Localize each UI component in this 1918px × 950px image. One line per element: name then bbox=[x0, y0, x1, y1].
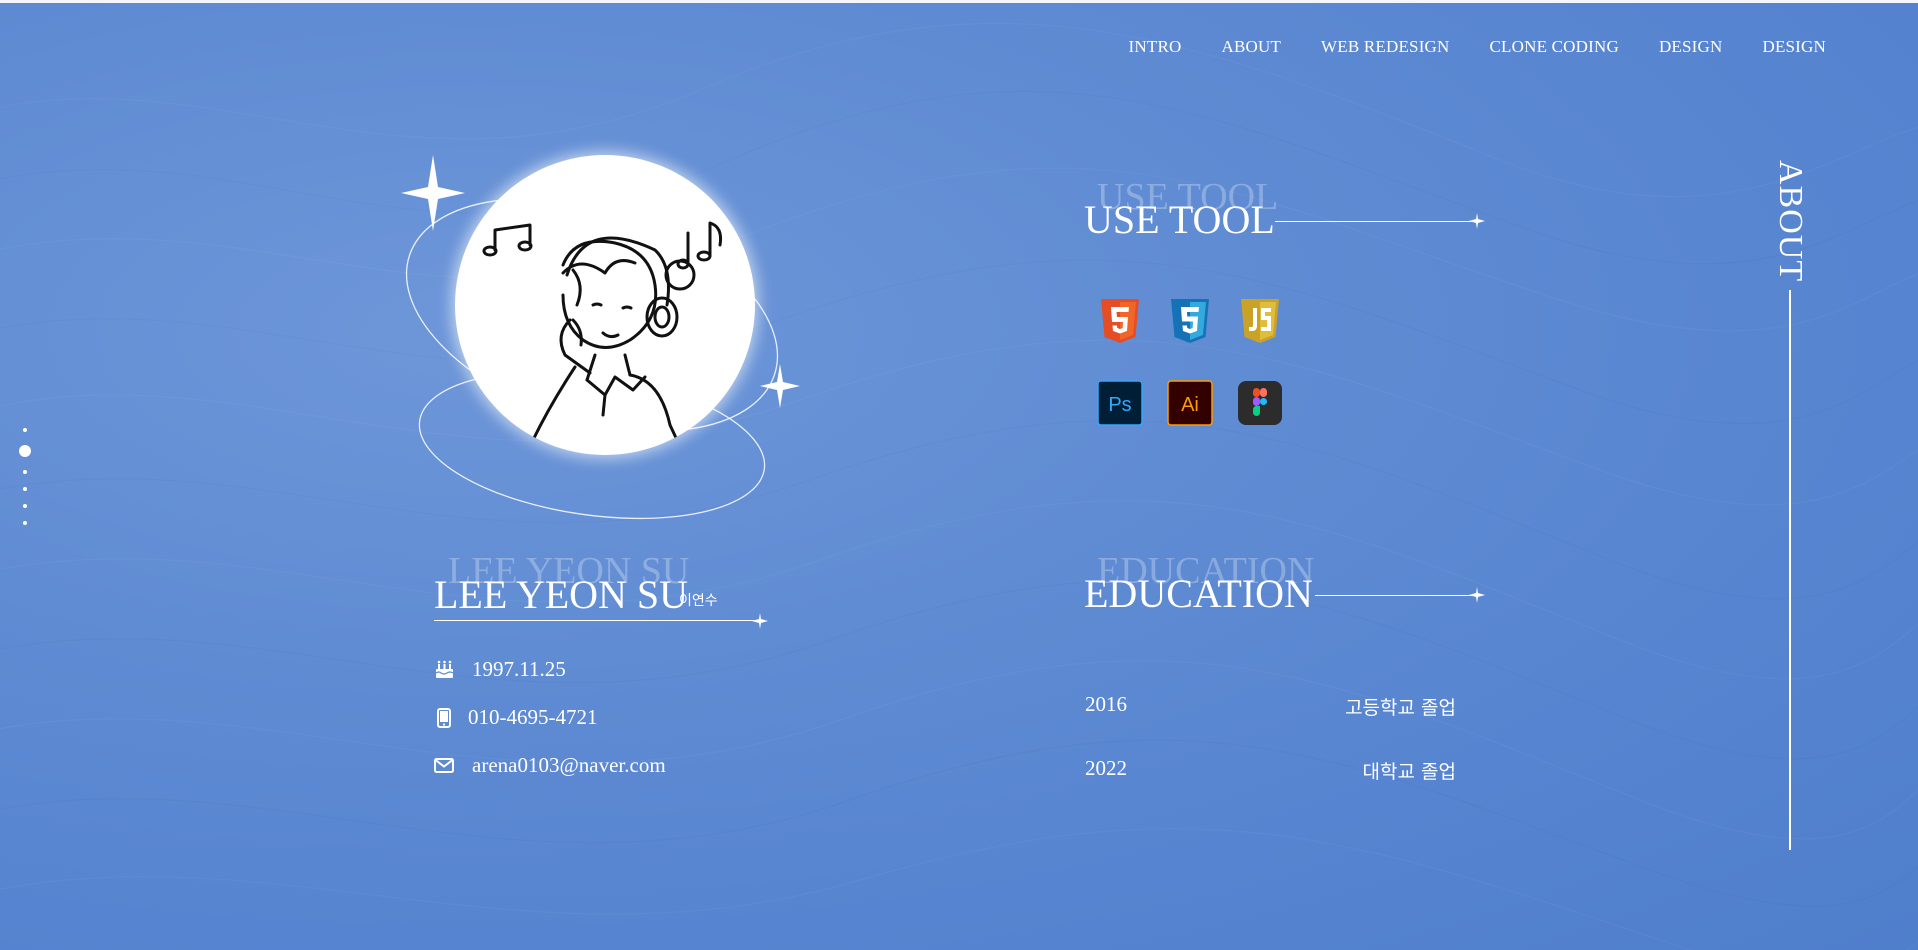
email-row: arena0103@naver.com bbox=[434, 753, 666, 778]
svg-text:Ai: Ai bbox=[1181, 394, 1199, 416]
sparkle-icon bbox=[760, 364, 800, 408]
section-side-label: ABOUT bbox=[1772, 160, 1809, 283]
photoshop-icon: Ps bbox=[1097, 380, 1143, 426]
svg-text:Ps: Ps bbox=[1108, 394, 1131, 416]
education-description: 고등학교 졸업 bbox=[1345, 697, 1456, 719]
nav-item-design[interactable]: DESIGN bbox=[1659, 37, 1723, 57]
education-heading: EDUCATION bbox=[1084, 571, 1313, 616]
page-indicator bbox=[19, 428, 31, 525]
nav-item-design-2[interactable]: DESIGN bbox=[1762, 37, 1826, 57]
page-dot[interactable] bbox=[23, 487, 27, 491]
page-dot[interactable] bbox=[23, 470, 27, 474]
education-heading-line bbox=[1315, 595, 1473, 596]
mobile-phone-icon bbox=[434, 707, 454, 728]
asterisk-star-icon bbox=[1469, 213, 1485, 229]
tools-heading: USE TOOL bbox=[1084, 197, 1275, 242]
birthday-text: 1997.11.25 bbox=[472, 657, 566, 681]
birthday-cake-icon bbox=[434, 660, 454, 680]
javascript-icon bbox=[1241, 299, 1279, 343]
page-dot[interactable] bbox=[23, 504, 27, 508]
sparkle-icon bbox=[401, 155, 465, 231]
page-dot[interactable] bbox=[23, 428, 27, 432]
phone-text: 010-4695-4721 bbox=[468, 705, 598, 729]
top-border bbox=[0, 0, 1918, 3]
avatar-illustration bbox=[482, 221, 722, 442]
figma-icon bbox=[1238, 381, 1282, 425]
css3-icon bbox=[1171, 299, 1209, 343]
email-text[interactable]: arena0103@naver.com bbox=[472, 753, 666, 778]
nav-item-web-redesign[interactable]: WEB REDESIGN bbox=[1321, 37, 1449, 57]
side-divider bbox=[1789, 290, 1791, 850]
education-description: 대학교 졸업 bbox=[1362, 761, 1456, 783]
profile-name-korean: 이연수 bbox=[679, 593, 718, 609]
asterisk-star-icon bbox=[752, 613, 768, 629]
birthday-row: 1997.11.25 bbox=[434, 657, 566, 682]
name-underline bbox=[434, 620, 758, 621]
illustrator-icon: Ai bbox=[1167, 380, 1213, 426]
profile-avatar bbox=[455, 155, 755, 455]
main-nav: INTRO ABOUT WEB REDESIGN CLONE CODING DE… bbox=[1129, 37, 1826, 57]
background-texture bbox=[0, 0, 1918, 950]
phone-row: 010-4695-4721 bbox=[434, 705, 598, 730]
page-dot[interactable] bbox=[23, 521, 27, 525]
profile-name: LEE YEON SU bbox=[434, 572, 689, 617]
tools-heading-line bbox=[1275, 221, 1473, 222]
envelope-icon bbox=[434, 756, 454, 776]
education-year: 2022 bbox=[1085, 756, 1127, 780]
nav-item-intro[interactable]: INTRO bbox=[1129, 37, 1182, 57]
asterisk-star-icon bbox=[1469, 587, 1485, 603]
education-year: 2016 bbox=[1085, 692, 1127, 716]
nav-item-about[interactable]: ABOUT bbox=[1221, 37, 1281, 57]
nav-item-clone-coding[interactable]: CLONE CODING bbox=[1490, 37, 1619, 57]
page-dot-active[interactable] bbox=[19, 445, 31, 457]
html5-icon bbox=[1101, 299, 1139, 343]
